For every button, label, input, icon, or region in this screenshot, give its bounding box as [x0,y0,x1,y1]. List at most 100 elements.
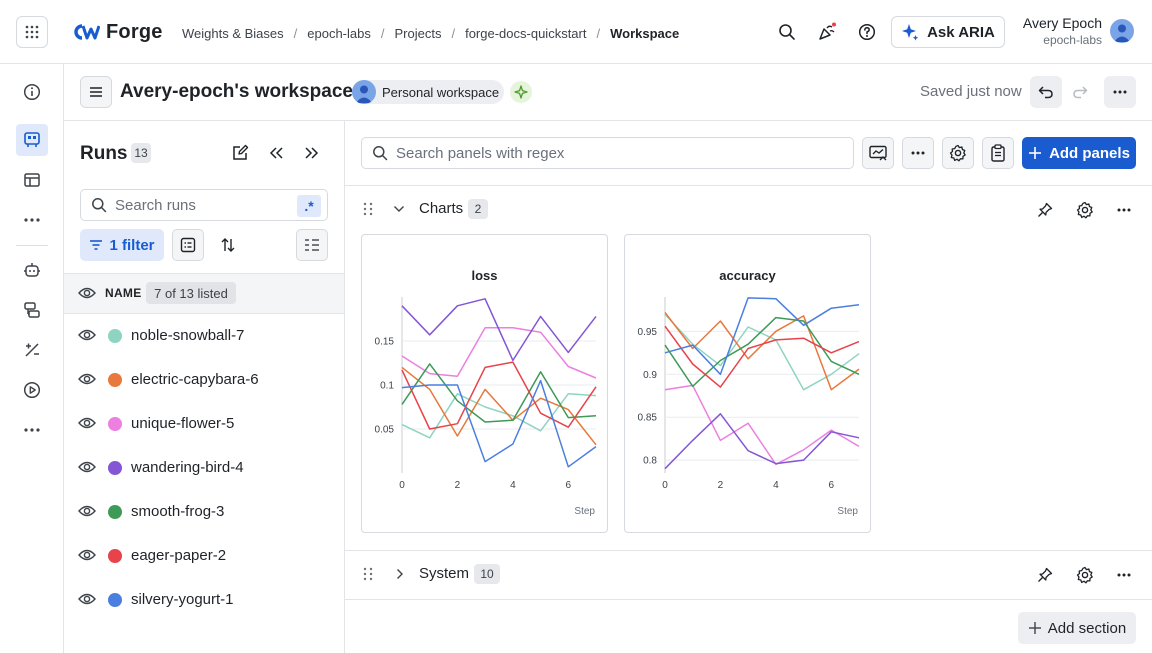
chart-panel-accuracy[interactable]: accuracy 0.8 0.85 0.9 0.95 0 2 4 6 Step [624,234,871,533]
run-name[interactable]: silvery-yogurt-1 [131,591,234,608]
play-circle-icon [23,381,41,399]
rail-more-button-2[interactable] [16,414,48,446]
user-avatar[interactable] [1110,19,1134,43]
user-org: epoch-labs [1043,33,1102,47]
workspace-settings-button[interactable] [942,137,974,169]
rail-launch-button[interactable] [16,374,48,406]
run-color-dot[interactable] [108,329,122,343]
section-title[interactable]: System [419,565,469,582]
visibility-eye-icon[interactable] [78,504,96,518]
run-row[interactable]: unique-flower-5 [64,402,344,446]
search-button[interactable] [771,16,803,48]
visibility-eye-icon[interactable] [78,328,96,342]
drag-handle-icon[interactable] [361,202,375,216]
series-line[interactable] [401,366,597,446]
pin-section-button[interactable] [1029,559,1061,591]
section-settings-button[interactable] [1069,194,1101,226]
series-line[interactable] [401,298,597,362]
run-name[interactable]: eager-paper-2 [131,547,226,564]
series-line[interactable] [664,297,860,376]
sort-button[interactable] [212,229,244,261]
series-line[interactable] [664,325,860,388]
run-name[interactable]: unique-flower-5 [131,415,234,432]
add-panels-button[interactable]: Add panels [1022,137,1136,169]
columns-button[interactable] [296,229,328,261]
run-row[interactable]: smooth-frog-3 [64,490,344,534]
run-name[interactable]: smooth-frog-3 [131,503,224,520]
redo-button[interactable] [1064,76,1096,108]
series-line[interactable] [664,312,860,391]
y-tick-label: 0.85 [638,413,658,424]
rail-artifacts-button[interactable] [16,294,48,326]
run-name[interactable]: electric-capybara-6 [131,371,259,388]
run-row[interactable]: eager-paper-2 [64,534,344,578]
ask-aria-button[interactable]: Ask ARIA [891,16,1005,48]
expand-runs-button[interactable] [296,137,328,169]
run-color-dot[interactable] [108,505,122,519]
add-section-button[interactable]: Add section [1018,612,1136,644]
run-name[interactable]: noble-snowball-7 [131,327,244,344]
run-color-dot[interactable] [108,417,122,431]
regex-toggle[interactable]: .* [297,195,321,217]
run-name[interactable]: wandering-bird-4 [131,459,244,476]
search-runs-input[interactable]: Search runs .* [80,189,328,221]
section-more-button[interactable] [1108,559,1140,591]
clipboard-button[interactable] [982,137,1014,169]
run-row[interactable]: electric-capybara-6 [64,358,344,402]
run-color-dot[interactable] [108,461,122,475]
brand-logo[interactable]: Forge [72,20,163,44]
visibility-eye-icon[interactable] [78,548,96,562]
apps-grid-button[interactable] [16,16,48,48]
rail-agents-button[interactable] [16,254,48,286]
redo-icon [1072,85,1088,99]
group-button[interactable] [172,229,204,261]
section-more-button[interactable] [1108,194,1140,226]
sort-arrows-icon [220,237,236,253]
rail-sweeps-button[interactable] [16,334,48,366]
collapse-runs-button[interactable] [260,137,292,169]
visibility-eye-icon[interactable] [78,460,96,474]
visibility-eye-icon[interactable] [78,416,96,430]
visibility-eye-icon[interactable] [78,372,96,386]
rail-overview-button[interactable] [16,76,48,108]
chevron-down-icon[interactable] [393,204,405,214]
announcements-button[interactable] [811,16,843,48]
section-settings-button[interactable] [1069,559,1101,591]
undo-button[interactable] [1030,76,1062,108]
help-button[interactable] [851,16,883,48]
run-row[interactable]: silvery-yogurt-1 [64,578,344,622]
rail-runs-table-button[interactable] [16,164,48,196]
section-title[interactable]: Charts [419,200,463,217]
rail-more-button[interactable] [16,204,48,236]
run-color-dot[interactable] [108,593,122,607]
chevron-right-icon[interactable] [395,568,405,580]
rail-workspace-button[interactable] [16,124,48,156]
name-column-header[interactable]: NAME [105,286,142,300]
run-row[interactable]: wandering-bird-4 [64,446,344,490]
run-color-dot[interactable] [108,373,122,387]
x-tick-label: 2 [718,480,724,491]
series-line[interactable] [401,327,597,379]
pin-section-button[interactable] [1029,194,1061,226]
run-color-dot[interactable] [108,549,122,563]
edit-runs-button[interactable] [224,137,256,169]
run-row[interactable]: noble-snowball-7 [64,314,344,358]
search-panels-input[interactable]: Search panels with regex [361,137,854,169]
panels-more-button[interactable] [902,137,934,169]
workspace-ai-button[interactable] [510,81,532,103]
visibility-eye-icon[interactable] [78,592,96,606]
breadcrumb-item[interactable]: forge-docs-quickstart [465,26,586,41]
chart-panel-loss[interactable]: loss 0.05 0.1 0.15 0 2 4 6 Step [361,234,608,533]
drag-handle-icon[interactable] [361,567,375,581]
breadcrumb-item[interactable]: Weights & Biases [182,26,284,41]
workspace-menu-button[interactable] [80,76,112,108]
workspace-more-button[interactable] [1104,76,1136,108]
panel-view-button[interactable] [862,137,894,169]
toggle-all-visibility-icon[interactable] [78,286,96,300]
workspace-type-badge[interactable]: Personal workspace [352,80,504,104]
series-line[interactable] [401,379,597,468]
filter-button[interactable]: 1 filter [80,229,164,261]
breadcrumb-item[interactable]: epoch-labs [307,26,371,41]
series-line[interactable] [664,384,860,466]
breadcrumb-item[interactable]: Projects [395,26,442,41]
